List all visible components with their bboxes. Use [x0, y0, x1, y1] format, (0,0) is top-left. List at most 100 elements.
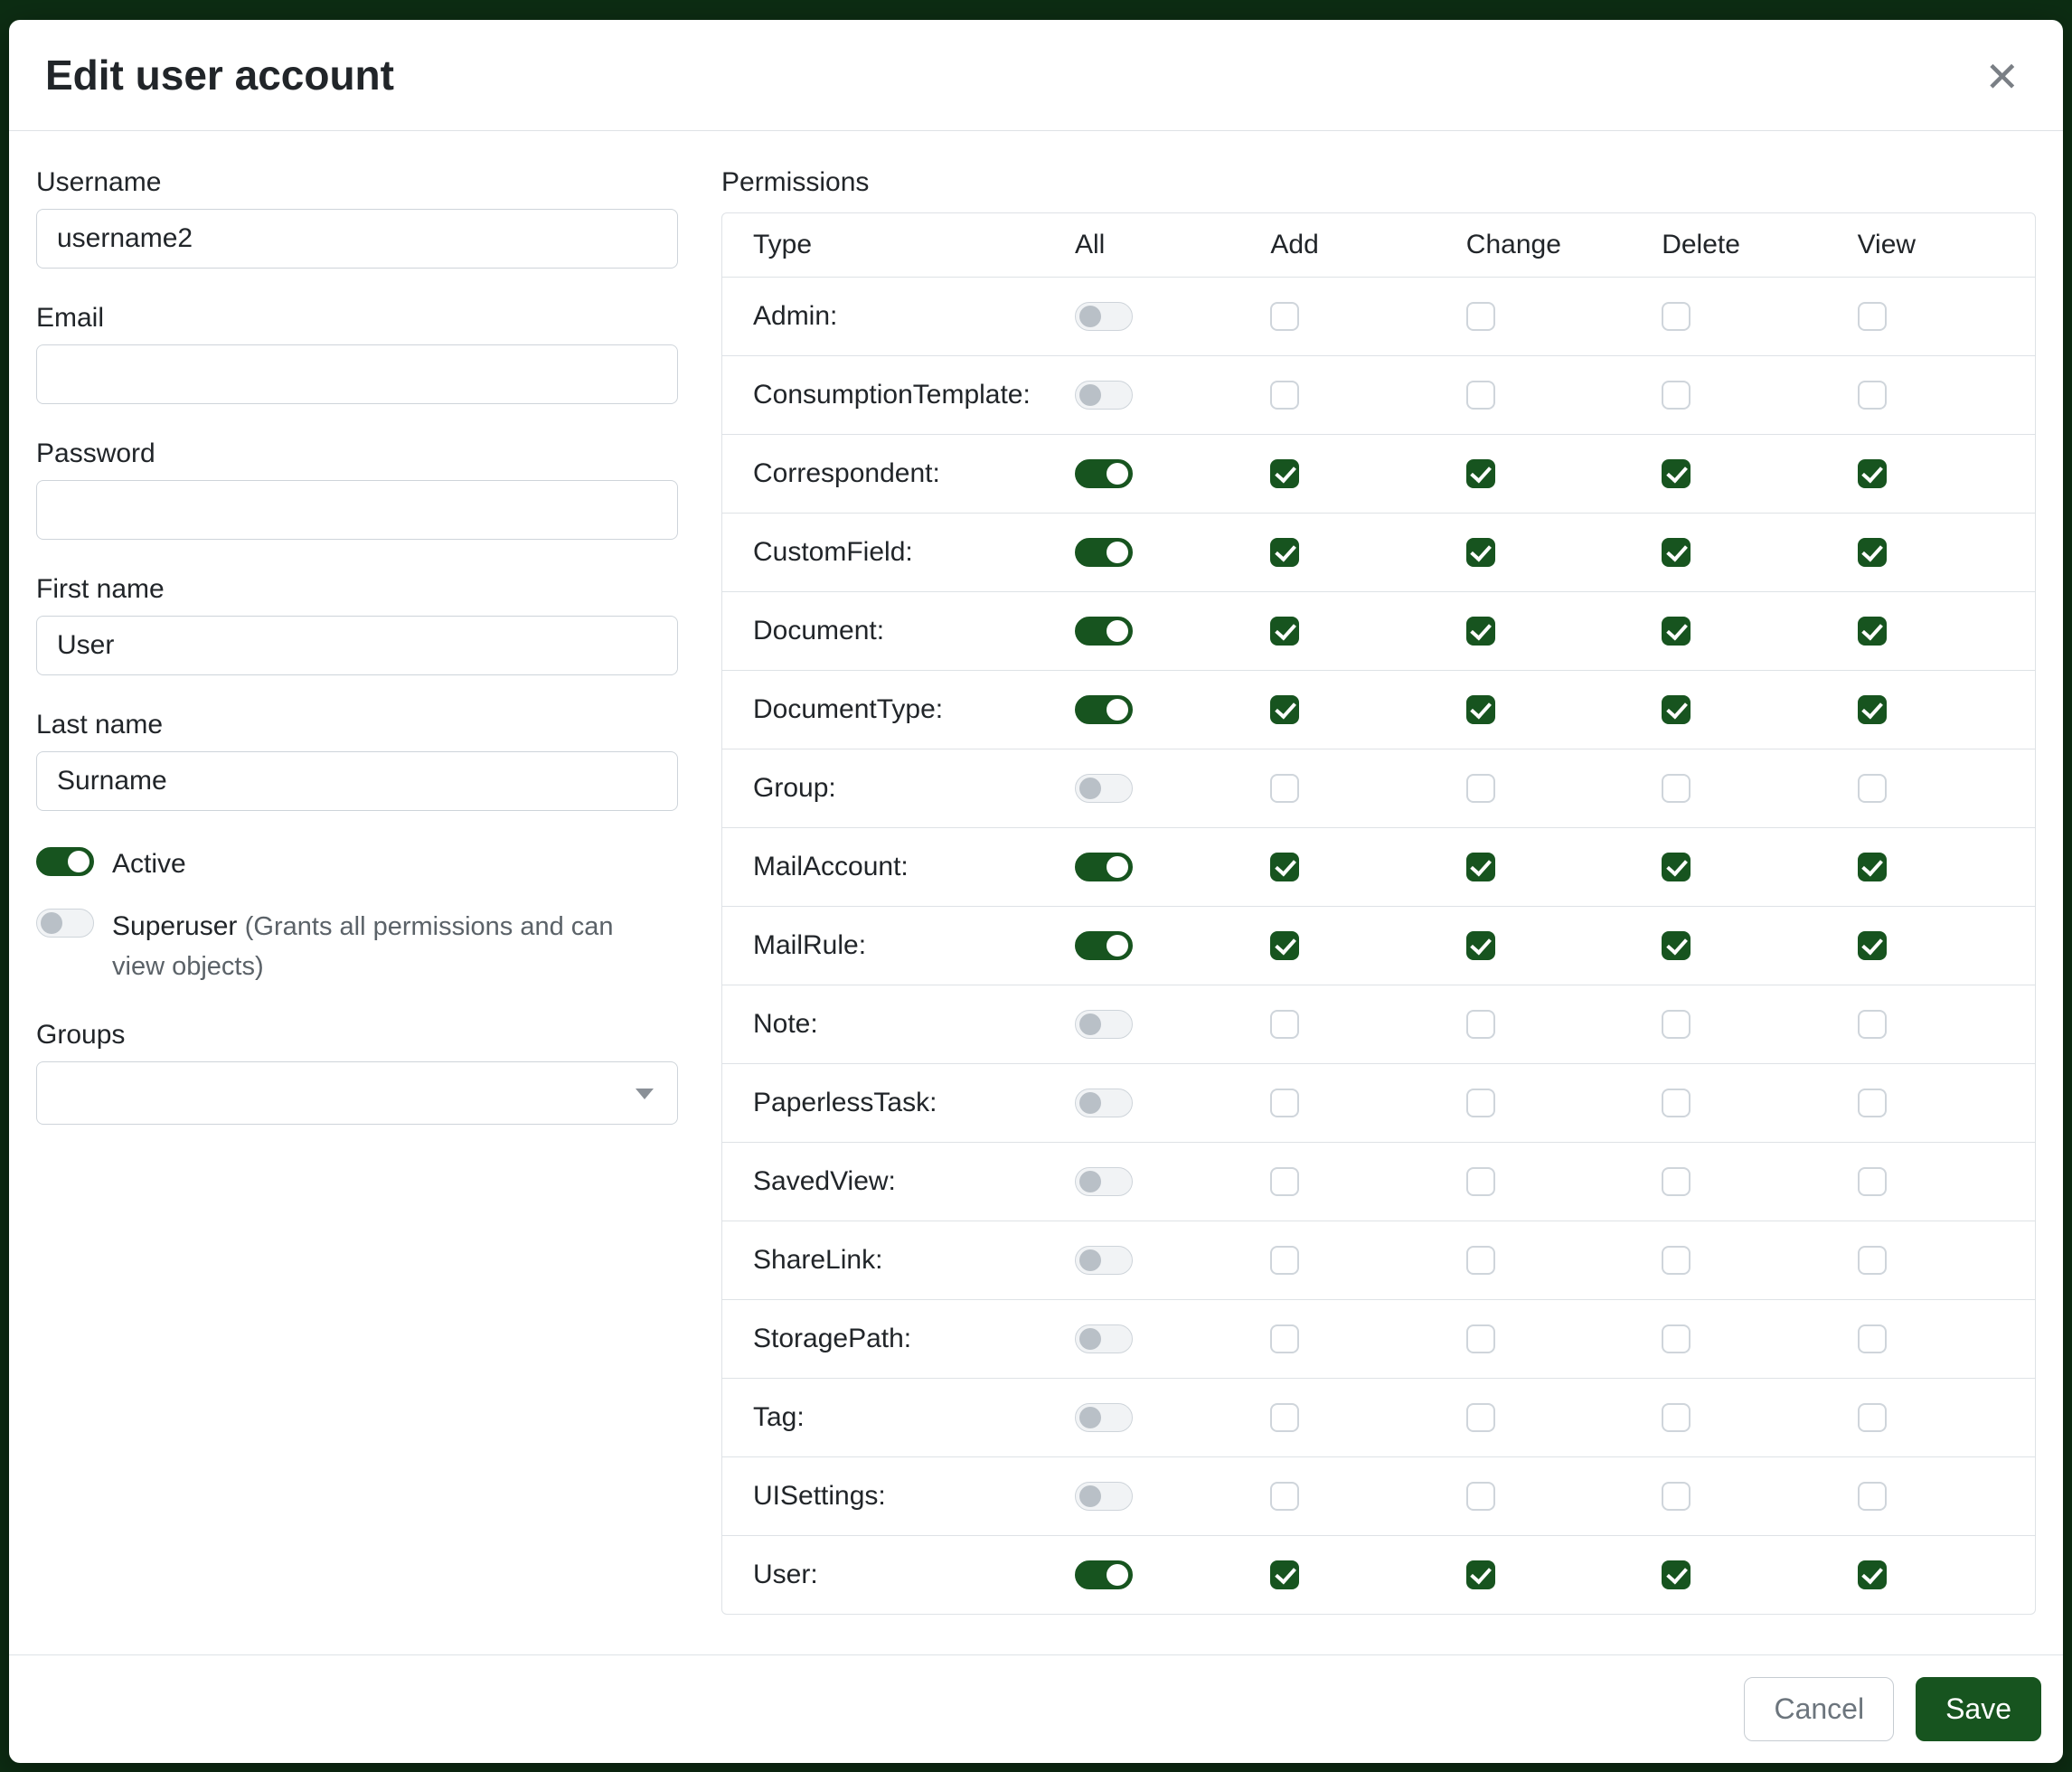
permission-change-checkbox[interactable] — [1466, 695, 1495, 724]
permission-change-checkbox[interactable] — [1466, 1010, 1495, 1039]
permission-change-checkbox[interactable] — [1466, 381, 1495, 410]
permission-add-checkbox[interactable] — [1270, 459, 1299, 488]
permission-delete-checkbox[interactable] — [1662, 853, 1691, 881]
permission-view-checkbox[interactable] — [1858, 1010, 1887, 1039]
permission-add-checkbox[interactable] — [1270, 1560, 1299, 1589]
permission-add-checkbox[interactable] — [1270, 1324, 1299, 1353]
permission-add-checkbox[interactable] — [1270, 695, 1299, 724]
permission-delete-checkbox[interactable] — [1662, 459, 1691, 488]
permission-add-checkbox[interactable] — [1270, 774, 1299, 803]
permission-delete-checkbox[interactable] — [1662, 1403, 1691, 1432]
permission-delete-checkbox[interactable] — [1662, 1482, 1691, 1511]
permission-all-toggle[interactable] — [1075, 853, 1133, 881]
permission-view-checkbox[interactable] — [1858, 1324, 1887, 1353]
permission-view-checkbox[interactable] — [1858, 1482, 1887, 1511]
permission-all-toggle[interactable] — [1075, 1089, 1133, 1117]
permission-add-cell — [1252, 538, 1447, 567]
permission-all-toggle[interactable] — [1075, 695, 1133, 724]
permission-all-toggle[interactable] — [1075, 1403, 1133, 1432]
superuser-toggle[interactable] — [36, 909, 94, 938]
save-button[interactable]: Save — [1916, 1677, 2041, 1741]
permission-add-checkbox[interactable] — [1270, 1167, 1299, 1196]
permission-change-checkbox[interactable] — [1466, 1403, 1495, 1432]
permission-add-checkbox[interactable] — [1270, 853, 1299, 881]
permission-view-checkbox[interactable] — [1858, 1089, 1887, 1117]
permission-delete-checkbox[interactable] — [1662, 1324, 1691, 1353]
last-name-input[interactable] — [36, 751, 678, 811]
permission-change-checkbox[interactable] — [1466, 1089, 1495, 1117]
permission-add-checkbox[interactable] — [1270, 931, 1299, 960]
email-input[interactable] — [36, 344, 678, 404]
permission-change-checkbox[interactable] — [1466, 302, 1495, 331]
permission-change-checkbox[interactable] — [1466, 931, 1495, 960]
permission-add-checkbox[interactable] — [1270, 1089, 1299, 1117]
permission-add-checkbox[interactable] — [1270, 1403, 1299, 1432]
permission-delete-checkbox[interactable] — [1662, 302, 1691, 331]
permission-delete-checkbox[interactable] — [1662, 1089, 1691, 1117]
permission-view-checkbox[interactable] — [1858, 302, 1887, 331]
permission-delete-checkbox[interactable] — [1662, 381, 1691, 410]
permission-change-checkbox[interactable] — [1466, 1167, 1495, 1196]
permission-delete-cell — [1643, 538, 1839, 567]
permission-change-checkbox[interactable] — [1466, 1482, 1495, 1511]
permission-view-checkbox[interactable] — [1858, 853, 1887, 881]
permission-all-toggle[interactable] — [1075, 459, 1133, 488]
permission-delete-checkbox[interactable] — [1662, 1010, 1691, 1039]
permission-add-checkbox[interactable] — [1270, 1010, 1299, 1039]
permission-delete-checkbox[interactable] — [1662, 1246, 1691, 1275]
permission-add-checkbox[interactable] — [1270, 1246, 1299, 1275]
permission-add-checkbox[interactable] — [1270, 302, 1299, 331]
first-name-input[interactable] — [36, 616, 678, 675]
permission-view-checkbox[interactable] — [1858, 931, 1887, 960]
permission-view-checkbox[interactable] — [1858, 1560, 1887, 1589]
permission-add-checkbox[interactable] — [1270, 617, 1299, 646]
permission-view-checkbox[interactable] — [1858, 381, 1887, 410]
permission-delete-checkbox[interactable] — [1662, 695, 1691, 724]
permission-all-toggle[interactable] — [1075, 1167, 1133, 1196]
permission-all-toggle[interactable] — [1075, 538, 1133, 567]
permission-delete-checkbox[interactable] — [1662, 1560, 1691, 1589]
permission-change-checkbox[interactable] — [1466, 538, 1495, 567]
permission-all-toggle[interactable] — [1075, 302, 1133, 331]
permission-delete-checkbox[interactable] — [1662, 617, 1691, 646]
permission-add-checkbox[interactable] — [1270, 1482, 1299, 1511]
permission-all-toggle[interactable] — [1075, 1010, 1133, 1039]
permission-view-checkbox[interactable] — [1858, 617, 1887, 646]
permission-add-checkbox[interactable] — [1270, 538, 1299, 567]
active-toggle[interactable] — [36, 847, 94, 876]
permission-delete-checkbox[interactable] — [1662, 774, 1691, 803]
permission-all-toggle[interactable] — [1075, 931, 1133, 960]
permission-view-checkbox[interactable] — [1858, 1246, 1887, 1275]
permission-all-toggle[interactable] — [1075, 381, 1133, 410]
permission-all-toggle[interactable] — [1075, 1482, 1133, 1511]
permission-change-checkbox[interactable] — [1466, 617, 1495, 646]
permission-view-checkbox[interactable] — [1858, 1167, 1887, 1196]
permission-delete-checkbox[interactable] — [1662, 1167, 1691, 1196]
permission-change-checkbox[interactable] — [1466, 853, 1495, 881]
cancel-button[interactable]: Cancel — [1744, 1677, 1894, 1741]
last-name-field-group: Last name — [36, 710, 678, 811]
permission-view-checkbox[interactable] — [1858, 1403, 1887, 1432]
permission-view-checkbox[interactable] — [1858, 695, 1887, 724]
permission-view-checkbox[interactable] — [1858, 459, 1887, 488]
permission-all-toggle[interactable] — [1075, 774, 1133, 803]
permission-change-checkbox[interactable] — [1466, 1246, 1495, 1275]
permission-change-checkbox[interactable] — [1466, 774, 1495, 803]
password-input[interactable] — [36, 480, 678, 540]
permission-all-toggle[interactable] — [1075, 617, 1133, 646]
username-input[interactable] — [36, 209, 678, 269]
permission-all-toggle[interactable] — [1075, 1324, 1133, 1353]
permission-add-checkbox[interactable] — [1270, 381, 1299, 410]
permission-change-checkbox[interactable] — [1466, 459, 1495, 488]
close-icon[interactable]: ✕ — [1981, 51, 2023, 103]
permission-view-checkbox[interactable] — [1858, 538, 1887, 567]
permission-all-toggle[interactable] — [1075, 1560, 1133, 1589]
permission-delete-checkbox[interactable] — [1662, 931, 1691, 960]
permission-all-toggle[interactable] — [1075, 1246, 1133, 1275]
groups-select[interactable] — [36, 1061, 678, 1125]
permission-view-cell — [1840, 931, 2035, 960]
permission-change-checkbox[interactable] — [1466, 1324, 1495, 1353]
permission-delete-checkbox[interactable] — [1662, 538, 1691, 567]
permission-change-checkbox[interactable] — [1466, 1560, 1495, 1589]
permission-view-checkbox[interactable] — [1858, 774, 1887, 803]
